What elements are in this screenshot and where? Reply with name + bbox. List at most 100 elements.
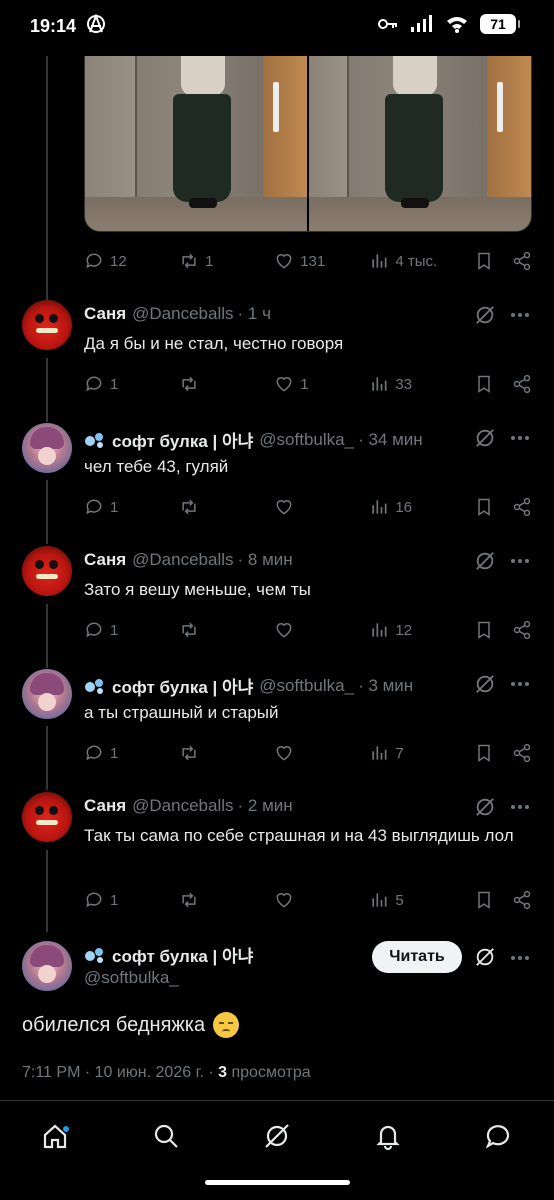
reply-button[interactable]: 12 [84, 251, 179, 271]
share-icon [513, 251, 531, 271]
messages-icon [485, 1125, 509, 1149]
more-options-icon[interactable] [510, 312, 530, 318]
views-count: 4 тыс. [395, 252, 438, 270]
author-name[interactable]: софт булка | 아냐 [112, 673, 253, 698]
repost-button[interactable] [179, 620, 274, 640]
nav-messages[interactable] [479, 1116, 519, 1156]
like-button[interactable]: 1 [274, 374, 369, 394]
share-button[interactable] [512, 251, 532, 271]
bookmark-button[interactable] [474, 374, 512, 394]
like-button[interactable]: 131 [274, 251, 369, 271]
author-name[interactable]: Саня [84, 550, 126, 570]
author-name[interactable]: Саня [84, 304, 126, 324]
photo-1[interactable] [85, 56, 307, 231]
share-button[interactable] [512, 497, 532, 517]
like-button[interactable] [274, 890, 369, 910]
heart-icon [276, 623, 292, 638]
repost-button[interactable] [179, 497, 274, 517]
tweet-time: · 1 ч [237, 304, 271, 323]
share-icon [513, 743, 531, 763]
views-button[interactable]: 7 [369, 743, 474, 763]
like-button[interactable] [274, 620, 369, 640]
views-icon [372, 500, 387, 514]
author-handle[interactable]: @softbulka_ [259, 430, 354, 450]
grok-icon[interactable] [474, 796, 496, 818]
nav-search[interactable] [146, 1116, 186, 1156]
reply-button[interactable]: 1 [84, 890, 179, 910]
views-count: 12 [395, 621, 413, 639]
author-handle[interactable]: @Danceballs [132, 796, 233, 816]
avatar[interactable] [22, 546, 72, 596]
avatar[interactable] [22, 423, 72, 473]
reply-count: 1 [110, 744, 119, 762]
action-bar: 1 5 [84, 888, 532, 912]
views-button[interactable]: 16 [369, 497, 474, 517]
wifi-icon [447, 17, 467, 33]
nav-grok[interactable] [257, 1116, 297, 1156]
like-button[interactable] [274, 743, 369, 763]
author-handle[interactable]: @Danceballs [132, 304, 233, 324]
author-handle[interactable]: @Danceballs [132, 550, 233, 570]
action-bar: 1 7 [84, 741, 532, 765]
post-media[interactable] [84, 56, 532, 232]
reply-icon [86, 376, 102, 392]
bookmark-button[interactable] [474, 251, 512, 271]
reply-button[interactable]: 1 [84, 374, 179, 394]
follow-button[interactable]: Читать [372, 941, 462, 973]
repost-button[interactable] [179, 890, 274, 910]
avatar[interactable] [22, 669, 72, 719]
grok-icon[interactable] [474, 304, 496, 326]
views-button[interactable]: 5 [369, 890, 474, 910]
tweet-text: а ты страшный и старый [84, 703, 279, 722]
tweet-header: Саня @Danceballs · 8 мин [84, 550, 293, 570]
grok-icon[interactable] [474, 427, 496, 449]
grok-icon [265, 1124, 289, 1148]
bookmark-button[interactable] [474, 890, 512, 910]
grok-icon[interactable] [474, 550, 496, 572]
author-name[interactable]: Саня [84, 796, 126, 816]
tweet-time: · 8 мин [237, 550, 293, 569]
views-button[interactable]: 4 тыс. [369, 251, 474, 271]
share-button[interactable] [512, 743, 532, 763]
author-handle[interactable]: @softbulka_ [84, 968, 179, 988]
more-options-icon[interactable] [510, 681, 530, 687]
share-button[interactable] [512, 890, 532, 910]
timestamp: 7:11 PM · 10 июн. 2026 г. · [22, 1064, 214, 1081]
more-options-icon[interactable] [510, 804, 530, 810]
more-options-icon[interactable] [510, 435, 530, 441]
grok-icon[interactable] [474, 673, 496, 695]
reply-icon [86, 892, 102, 908]
bookmark-button[interactable] [474, 620, 512, 640]
bookmark-button[interactable] [474, 497, 512, 517]
reply-button[interactable]: 1 [84, 743, 179, 763]
reply-button[interactable]: 1 [84, 620, 179, 640]
more-options-icon[interactable] [510, 558, 530, 564]
avatar[interactable] [22, 792, 72, 842]
author-handle[interactable]: @softbulka_ [259, 676, 354, 696]
views-button[interactable]: 33 [369, 374, 474, 394]
repost-icon [182, 376, 196, 392]
bubbles-icon [85, 432, 103, 448]
reply-button[interactable]: 1 [84, 497, 179, 517]
avatar[interactable] [22, 941, 72, 991]
author-name[interactable]: софт булка | 아냐 [112, 427, 253, 452]
more-options-icon[interactable] [510, 955, 530, 961]
avatar[interactable] [22, 300, 72, 350]
views-count: 3 [218, 1064, 228, 1081]
views-count: 33 [395, 375, 413, 393]
bookmark-button[interactable] [474, 743, 512, 763]
home-indicator[interactable] [205, 1180, 350, 1185]
grok-icon[interactable] [474, 946, 496, 968]
views-button[interactable]: 12 [369, 620, 474, 640]
main-tweet-author[interactable]: софт булка | 아냐 [84, 942, 253, 967]
photo-2[interactable] [309, 56, 531, 231]
like-button[interactable] [274, 497, 369, 517]
repost-button[interactable] [179, 743, 274, 763]
share-button[interactable] [512, 620, 532, 640]
share-button[interactable] [512, 374, 532, 394]
nav-notifications[interactable] [368, 1116, 408, 1156]
bell-icon [376, 1125, 400, 1151]
repost-button[interactable]: 1 [179, 251, 274, 271]
repost-button[interactable] [179, 374, 274, 394]
nav-home[interactable] [35, 1116, 75, 1156]
